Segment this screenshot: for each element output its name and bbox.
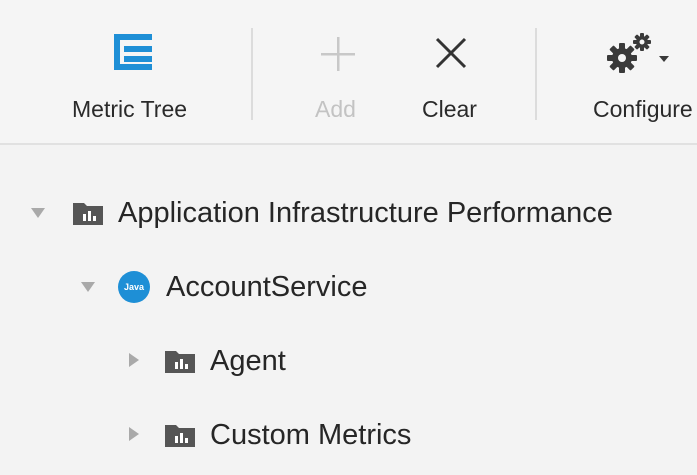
tree-node-label: Agent: [210, 344, 286, 377]
metric-tree-button[interactable]: Metric Tree: [60, 0, 210, 145]
tree-node-label: Custom Metrics: [210, 418, 412, 451]
tree-node-custom-metrics[interactable]: Custom Metrics: [0, 415, 697, 455]
folder-chart-icon: [164, 422, 196, 453]
add-label: Add: [315, 96, 356, 122]
clear-label: Clear: [422, 96, 477, 122]
folder-chart-icon: [72, 200, 104, 231]
tree-node-label: AccountService: [166, 270, 368, 303]
metric-tree-label: Metric Tree: [72, 96, 188, 122]
java-icon: Java: [118, 271, 150, 303]
clear-button[interactable]: Clear: [410, 0, 490, 145]
tree-node-agent[interactable]: Agent: [0, 341, 697, 381]
configure-label: Configure: [593, 96, 693, 122]
close-icon: [434, 36, 468, 75]
toolbar: Metric Tree Add Clear Configure: [0, 0, 697, 145]
toolbar-separator: [535, 28, 537, 120]
caret-down-icon[interactable]: [30, 206, 46, 224]
gear-icon: [606, 30, 676, 79]
caret-down-icon[interactable]: [80, 280, 96, 298]
folder-chart-icon: [164, 348, 196, 379]
tree-node-root[interactable]: Application Infrastructure Performance: [0, 193, 697, 233]
add-button[interactable]: Add: [300, 0, 380, 145]
tree-node-service[interactable]: Java AccountService: [0, 267, 697, 307]
configure-button[interactable]: Configure: [580, 0, 697, 145]
plus-icon: [320, 36, 356, 77]
caret-right-icon[interactable]: [128, 426, 140, 447]
metric-tree: Application Infrastructure Performance J…: [0, 147, 697, 475]
tree-node-label: Application Infrastructure Performance: [118, 196, 613, 229]
metric-tree-icon: [110, 32, 156, 77]
caret-right-icon[interactable]: [128, 352, 140, 373]
toolbar-separator: [251, 28, 253, 120]
